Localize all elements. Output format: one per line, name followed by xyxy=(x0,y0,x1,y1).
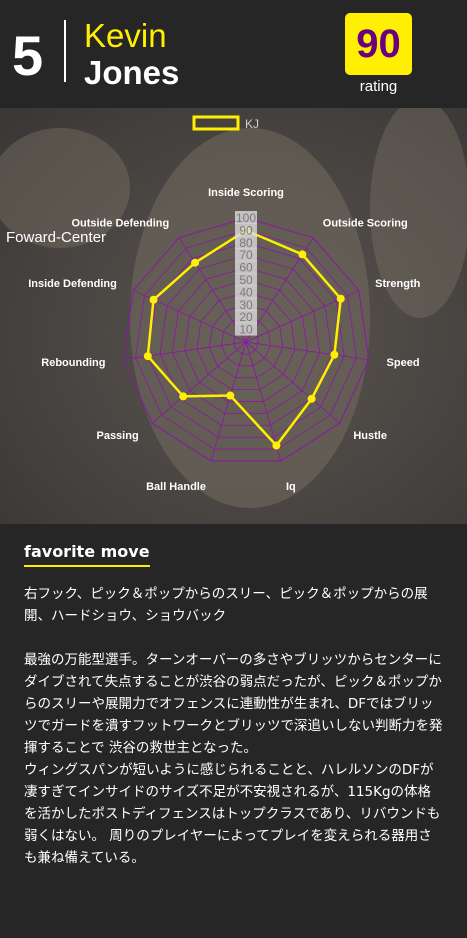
jersey-number: 5 xyxy=(12,24,44,87)
radar-point xyxy=(179,392,188,401)
radar-point xyxy=(307,394,316,403)
radar-axis-label: Outside Scoring xyxy=(323,218,408,230)
radar-axis-label: Inside Defending xyxy=(28,278,117,290)
description-section: favorite move 右フック、ピック＆ポップからのスリー、ピック＆ポップ… xyxy=(0,524,467,869)
player-position: Foward-Center xyxy=(6,229,107,246)
player-header: 5 Kevin Jones 90 rating xyxy=(0,0,467,108)
rating-label: rating xyxy=(359,78,398,95)
radar-point xyxy=(226,391,235,400)
favorite-move-title: favorite move xyxy=(24,542,150,567)
player-first-name: Kevin xyxy=(84,17,167,54)
radar-axis-label: Strength xyxy=(375,278,421,290)
player-last-name: Jones xyxy=(84,54,180,91)
radar-point xyxy=(330,350,339,359)
radar-point xyxy=(272,441,281,450)
radar-point xyxy=(298,250,307,259)
radar-axis-label: Outside Defending xyxy=(71,218,169,230)
radar-axis-label: Inside Scoring xyxy=(208,187,284,199)
radar-chart-area: 100 90 80 70 60 50 40 30 20 10 Inside Scoring Outsi… xyxy=(0,108,467,524)
radar-point xyxy=(143,352,152,361)
radar-axis-label: Iq xyxy=(286,481,296,493)
radar-axis-label: Rebounding xyxy=(41,357,105,369)
radar-point xyxy=(191,258,200,267)
player-bio: 最強の万能型選手。ターンオーバーの多さやブリッツからセンターにダイブされて失点す… xyxy=(24,652,443,866)
radar-point xyxy=(336,294,345,303)
radar-axis-label: Ball Handle xyxy=(146,481,206,493)
radar-axis-label: Hustle xyxy=(353,430,387,442)
radar-axis-label: Passing xyxy=(96,430,138,442)
radar-chart: 100908070605040302010Inside ScoringOutsi… xyxy=(0,108,467,524)
radar-point xyxy=(149,295,158,304)
radar-axis-label: Speed xyxy=(387,357,420,369)
legend-label-kj: KJ xyxy=(245,117,259,131)
favorite-move-text: 右フック、ピック＆ポップからのスリー、ピック＆ポップからの展開、ハードショウ、シ… xyxy=(24,586,428,624)
header-divider xyxy=(64,20,66,82)
rating-badge: 90 xyxy=(345,13,412,75)
radar-tick-label: 10 xyxy=(239,323,253,337)
